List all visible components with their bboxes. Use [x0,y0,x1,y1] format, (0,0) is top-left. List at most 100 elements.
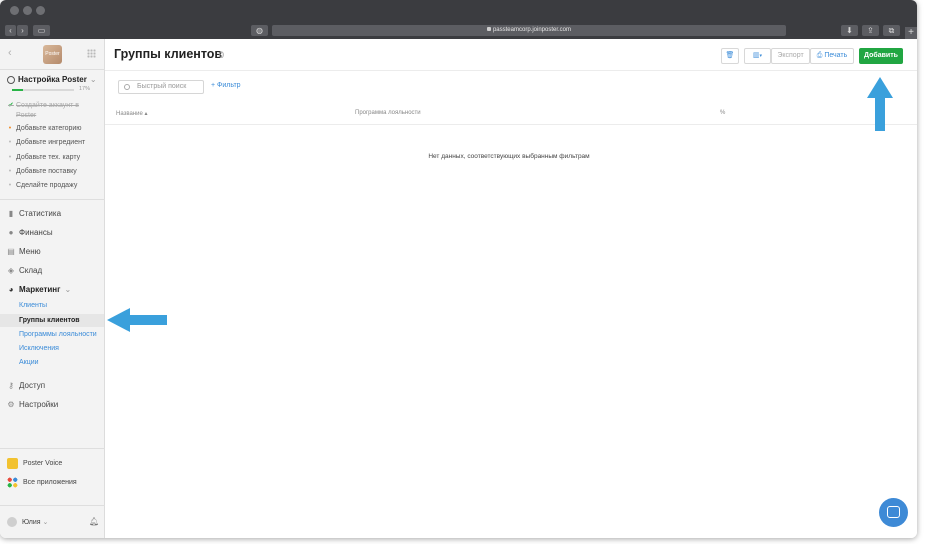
divider [0,448,105,449]
chevron-left-icon: ‹ [9,26,12,35]
filter-button[interactable]: + Фильтр [211,82,241,89]
sidebar-item-access[interactable]: ⚷ Доступ [7,381,45,390]
column-header-loyalty[interactable]: Программа лояльности [355,110,421,116]
gear-icon: ⚙ [7,399,15,409]
chevron-down-icon: ⌄ [89,75,97,84]
avatar [7,517,17,527]
search-icon [124,84,130,90]
new-tab-button[interactable]: + [905,27,917,39]
plus-icon: + [211,82,216,89]
setup-task[interactable]: • Добавьте категорию [8,125,82,132]
key-icon: ⚷ [8,380,14,390]
chat-widget-button[interactable] [879,498,908,527]
sidebar-item-loyalty-programs[interactable]: Программы лояльности [19,331,97,338]
url-text: passteamcorp.joinposter.com [492,27,572,33]
columns-button[interactable]: ▥▾ [744,48,771,64]
divider [105,70,917,71]
box-icon: ◈ [7,265,15,275]
setup-task[interactable]: • Сделайте продажу [8,182,78,189]
setup-task[interactable]: • Добавьте поставку [8,168,77,175]
marketing-icon: ◕ [8,284,14,294]
share-icon: ⇪ [867,26,874,35]
main-content: Группы клиентов 0 🗑︎ ▥▾ Экспорт ⎙ Печать… [105,39,917,538]
divider [105,124,917,125]
app-all-apps[interactable]: Все приложения [7,477,77,488]
setup-progress-label: 17% [79,86,91,92]
share-button[interactable]: ⇪ [862,25,879,36]
bar-chart-icon: ▮ [8,208,14,218]
apps-grid-icon[interactable] [87,49,96,58]
sidebar-item-promotions[interactable]: Акции [19,359,39,366]
bell-icon[interactable]: 🔔︎ [89,517,99,526]
download-icon: ⬇ [846,26,853,35]
plus-icon: + [908,27,914,38]
zoom-window-button[interactable] [36,6,45,15]
chevron-down-icon: ▾ [759,53,763,59]
sidebar-item-exclusions[interactable]: Исключения [19,345,59,352]
address-bar[interactable]: passteamcorp.joinposter.com [272,25,786,36]
sidebar-item-client-groups[interactable]: Группы клиентов [0,314,104,327]
bullet-icon: • [8,182,12,189]
sidebar-item-settings[interactable]: ⚙ Настройки [7,400,58,409]
user-name: Юлия [22,518,41,526]
poster-logo[interactable]: Poster [43,45,62,64]
poster-voice-icon [7,458,18,469]
divider [0,505,105,506]
chevron-down-icon: ⌄ [42,519,49,526]
user-menu[interactable]: Юлия ⌄ [7,517,48,527]
tabs-overview-button[interactable]: ⧉ [883,25,900,36]
columns-icon: ▥ [752,52,760,59]
browser-forward-button[interactable]: › [17,25,28,36]
item-count: 0 [219,50,225,60]
trash-icon: 🗑︎ [725,52,735,59]
lock-icon [486,27,491,32]
sidebar-icon: ▭ [37,26,46,35]
sidebar-item-statistics[interactable]: ▮ Статистика [7,209,61,218]
chevron-down-icon: ⌄ [64,285,72,294]
setup-task[interactable]: • Добавьте тех. карту [8,154,80,161]
setup-task[interactable]: ✔ Создайте аккаунт в Poster [8,101,88,121]
poster-icon [7,75,15,84]
collapse-sidebar-icon[interactable]: ‹ [8,47,12,59]
shield-icon: ◍ [256,26,263,35]
sidebar-item-clients[interactable]: Клиенты [19,302,47,309]
browser-chrome: ‹ › ▭ ◍ passteamcorp.joinposter.com ⬇ ⇪ … [0,0,917,39]
minimize-window-button[interactable] [23,6,32,15]
downloads-button[interactable]: ⬇ [841,25,858,36]
setup-progress-bar [12,89,74,91]
app-poster-voice[interactable]: Poster Voice [7,458,62,469]
sidebar-item-marketing[interactable]: ◕ Маркетинг ⌄ [7,284,72,294]
browser-back-button[interactable]: ‹ [5,25,16,36]
column-header-name[interactable]: Название ▴ [116,110,148,117]
coin-icon: ● [8,227,14,237]
sidebar-item-menu[interactable]: ▤ Меню [7,246,40,256]
bullet-icon: • [8,168,12,175]
chevron-right-icon: › [21,26,24,35]
setup-task[interactable]: • Добавьте ингредиент [8,139,85,146]
search-input[interactable]: Быстрый поиск [118,80,204,94]
bullet-icon: • [8,139,12,146]
privacy-button[interactable]: ◍ [251,25,268,36]
column-header-percent[interactable]: % [720,110,725,116]
close-window-button[interactable] [10,6,19,15]
setup-title: Настройка Poster [18,75,87,84]
document-icon: ▤ [7,246,15,256]
setup-progress-fill [12,89,23,91]
arrow-left-annotation [107,308,167,332]
bullet-icon: • [8,154,12,161]
bullet-icon: • [8,125,12,132]
tabs-icon: ⧉ [888,26,895,35]
check-icon: ✔ [8,102,14,109]
sidebar-header: ‹ Poster [0,39,105,69]
add-button[interactable]: Добавить [859,48,903,64]
divider [0,199,105,200]
print-button[interactable]: ⎙ Печать [810,48,854,64]
setup-widget[interactable]: Настройка Poster ⌄ [7,75,99,84]
arrow-up-annotation [867,77,893,131]
sidebar-toggle-button[interactable]: ▭ [33,25,50,36]
sidebar-item-warehouse[interactable]: ◈ Склад [7,266,42,275]
export-button[interactable]: Экспорт [771,48,810,64]
sidebar: ‹ Poster Настройка Poster ⌄ 17% ✔ Создайт… [0,39,105,538]
sidebar-item-finance[interactable]: ● Финансы [7,228,53,237]
delete-button[interactable]: 🗑︎ [721,48,739,64]
